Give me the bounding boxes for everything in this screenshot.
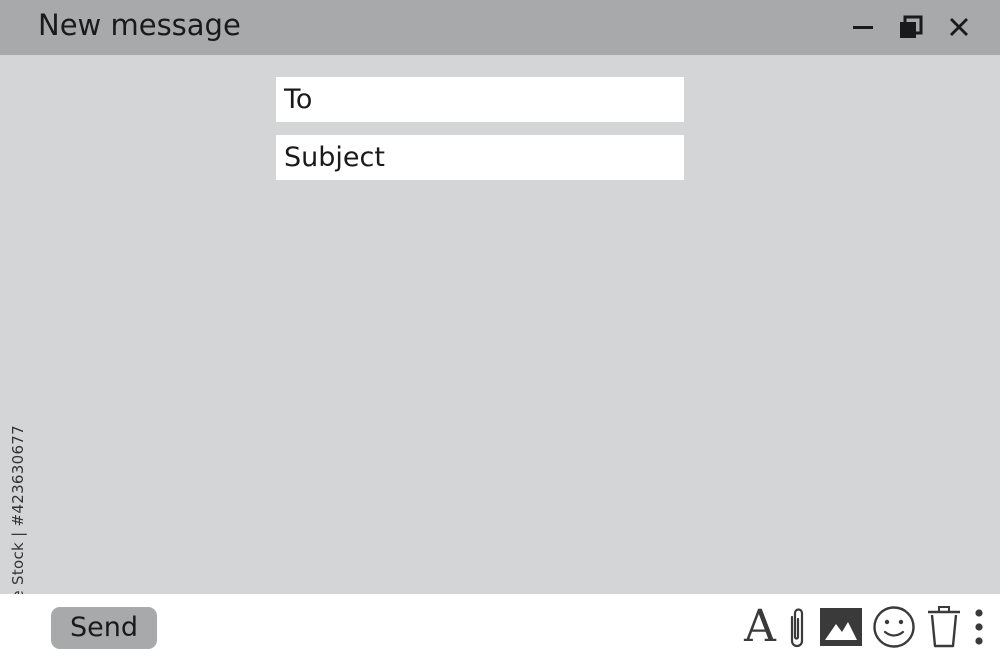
subject-field[interactable]	[276, 135, 684, 180]
paperclip-icon[interactable]	[785, 604, 809, 650]
title-bar: New message	[0, 0, 1000, 55]
to-input[interactable]	[284, 81, 676, 119]
smiley-icon[interactable]	[871, 604, 917, 650]
image-icon[interactable]	[820, 604, 862, 650]
send-button[interactable]: Send	[51, 607, 157, 649]
font-format-icon[interactable]: A	[742, 604, 778, 650]
bottom-toolbar: Send A	[0, 594, 1000, 663]
minimize-icon[interactable]	[849, 12, 879, 42]
window-title: New message	[38, 8, 241, 42]
trash-icon[interactable]	[926, 604, 962, 650]
to-field[interactable]	[276, 77, 684, 122]
restore-icon[interactable]	[896, 12, 926, 42]
close-icon[interactable]	[944, 12, 974, 42]
subject-input[interactable]	[284, 139, 676, 177]
more-vertical-icon[interactable]	[970, 604, 988, 650]
